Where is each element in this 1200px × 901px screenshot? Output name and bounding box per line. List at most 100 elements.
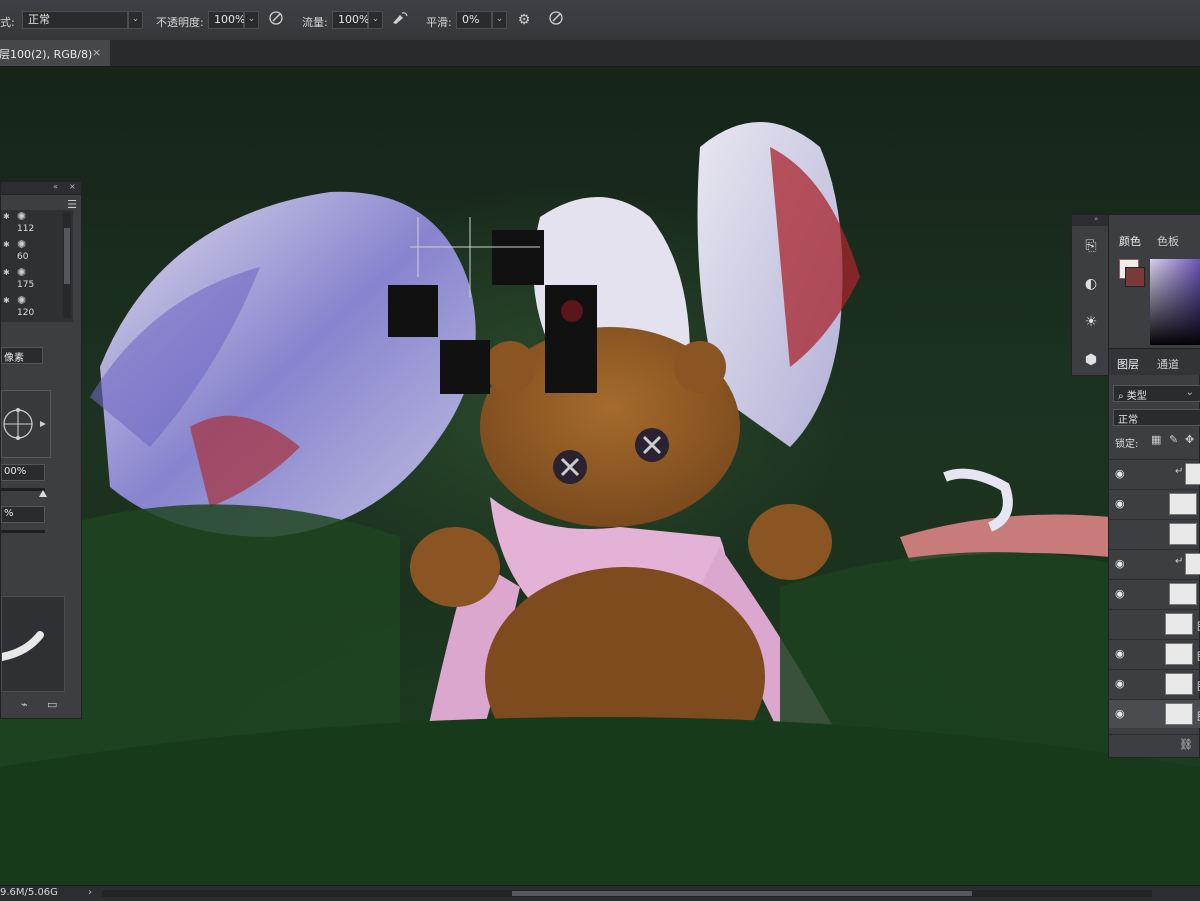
history-icon[interactable]: ⎘ (1080, 235, 1102, 257)
document-tab[interactable]: 图层100(2), RGB/8) × (0, 40, 110, 66)
layer-thumbnail (1169, 583, 1197, 605)
airbrush-icon[interactable] (390, 10, 410, 30)
pressure-size-icon[interactable] (546, 10, 566, 30)
eye-icon[interactable]: ◉ (1115, 587, 1131, 600)
tab-layers[interactable]: 图层 (1117, 356, 1139, 372)
layers-panel: 图层 通道 ⌕ 类型 ⌄ 正常 锁定: ▦ ✎ ✥ ◉ ↵ ◉ ◉ ◉ ↵ ◉ … (1108, 348, 1200, 758)
layer-thumbnail (1185, 553, 1200, 575)
panel-icon-strip: » ⎘ ◐ ☀ ⬢ (1071, 214, 1109, 376)
adjustments-icon[interactable]: ◐ (1080, 273, 1102, 295)
layer-filter-select[interactable]: ⌕ 类型 ⌄ (1113, 385, 1200, 402)
tab-channels[interactable]: 通道 (1157, 356, 1179, 372)
color-panel: 颜色 色板 (1109, 214, 1200, 348)
mode-select[interactable]: 正常 (22, 11, 128, 29)
eye-icon[interactable]: ◉ (1115, 677, 1131, 690)
document-tab-title: 图层100(2), RGB/8) (0, 48, 93, 61)
size-unit-field[interactable]: 像素 (1, 347, 43, 364)
lock-position-icon[interactable]: ✥ (1185, 433, 1194, 446)
pressure-opacity-icon[interactable] (266, 10, 286, 30)
brush-tip-icon: ✺ (17, 266, 27, 279)
eye-icon[interactable]: ◉ (1115, 557, 1131, 570)
layers-panel-footer: ⛓ (1109, 734, 1200, 757)
brush-tip-icon: ✱ (3, 240, 10, 249)
spacing-input[interactable]: % (1, 506, 45, 523)
mode-dropdown-icon[interactable]: ⌄ (128, 11, 143, 29)
eye-icon[interactable]: ◉ (1115, 707, 1131, 720)
brush-list-scrollbar[interactable] (63, 212, 71, 318)
color-picker-field[interactable] (1150, 259, 1200, 345)
mode-label: 式: (0, 16, 15, 29)
layer-thumbnail (1165, 703, 1193, 725)
brush-size-label: 60 (17, 252, 29, 262)
chevron-down-icon: ⌄ (1185, 387, 1194, 398)
eye-icon[interactable]: ◉ (1115, 467, 1131, 480)
status-bar: 9.6M/5.06G › (0, 885, 1200, 901)
layer-filter-value: 类型 (1126, 391, 1147, 402)
table-row[interactable]: ◉ 图 (1109, 609, 1200, 638)
table-row[interactable]: ◉ 图 (1109, 669, 1200, 698)
flow-input[interactable]: 100% (332, 11, 369, 29)
document-tab-bar: 图层100(2), RGB/8) × (0, 40, 1200, 67)
horizontal-scrollbar[interactable] (102, 890, 1152, 897)
lock-paint-icon[interactable]: ✎ (1169, 433, 1178, 446)
close-icon[interactable]: × (69, 182, 76, 191)
table-row[interactable]: ◉ (1109, 489, 1200, 518)
slider-handle-icon[interactable] (39, 490, 47, 497)
layer-thumbnail (1165, 613, 1193, 635)
roundness-input[interactable]: 00% (1, 464, 45, 481)
collapse-icon[interactable]: « (53, 182, 58, 191)
eye-icon[interactable]: ◉ (1115, 497, 1131, 510)
brush-stroke-preview (0, 596, 65, 692)
lightbulb-icon[interactable]: ☀ (1080, 311, 1102, 333)
eye-hidden-icon[interactable]: ◉ (1115, 617, 1131, 629)
opacity-dropdown-icon[interactable]: ⌄ (244, 11, 259, 29)
layer-thumbnail (1165, 643, 1193, 665)
foreground-color-swatch[interactable] (1125, 267, 1145, 287)
smoothing-dropdown-icon[interactable]: ⌄ (492, 11, 507, 29)
layer-thumbnail (1169, 523, 1197, 545)
document-info[interactable]: 9.6M/5.06G (0, 887, 58, 898)
artwork (0, 122, 1200, 885)
opacity-input[interactable]: 100% (208, 11, 245, 29)
smoothing-label: 平滑: (426, 16, 452, 29)
table-row[interactable]: ◉ 图 (1109, 639, 1200, 668)
layer-thumbnail (1169, 493, 1197, 515)
table-row[interactable]: ◉ 图 (1109, 699, 1200, 728)
brush-tip-icon: ✺ (17, 294, 27, 307)
brush-tip-icon: ✱ (3, 268, 10, 277)
canvas[interactable] (0, 67, 1200, 885)
brush-angle-widget[interactable] (1, 390, 51, 458)
lock-transparency-icon[interactable]: ▦ (1151, 433, 1161, 446)
layer-thumbnail (1165, 673, 1193, 695)
brush-tip-icon: ✱ (3, 296, 10, 305)
gear-icon[interactable]: ⚙ (514, 10, 534, 30)
brush-panel-header: « × (1, 182, 81, 195)
table-row[interactable]: ◉ (1109, 519, 1200, 548)
new-brush-icon[interactable]: ▭ (47, 698, 57, 711)
smoothing-input[interactable]: 0% (456, 11, 492, 29)
blend-mode-select[interactable]: 正常 (1113, 409, 1200, 426)
brush-settings-panel: « × ☰ ✱ ✺ 112 ✱ ✺ 60 ✱ ✺ 175 ✱ ✺ 120 像素 (0, 181, 82, 719)
tab-swatches[interactable]: 色板 (1157, 233, 1179, 249)
eye-hidden-icon[interactable]: ◉ (1115, 527, 1131, 539)
opacity-label: 不透明度: (156, 16, 204, 29)
brush-tip-icon: ✱ (3, 212, 10, 221)
flow-dropdown-icon[interactable]: ⌄ (368, 11, 383, 29)
table-row[interactable]: ◉ ↵ (1109, 459, 1200, 488)
layer-thumbnail (1185, 463, 1200, 485)
brush-size-label: 120 (17, 308, 35, 318)
eye-icon[interactable]: ◉ (1115, 647, 1131, 660)
brush-edit-icon[interactable]: ⌁ (21, 698, 28, 711)
table-row[interactable]: ◉ ↵ (1109, 549, 1200, 578)
link-layers-icon[interactable]: ⛓ (1179, 738, 1193, 751)
lock-label: 锁定: (1115, 439, 1139, 450)
tab-color[interactable]: 颜色 (1119, 233, 1141, 249)
close-icon[interactable]: × (92, 46, 101, 59)
table-row[interactable]: ◉ (1109, 579, 1200, 608)
status-menu-icon[interactable]: › (88, 887, 92, 898)
3d-cube-icon[interactable]: ⬢ (1080, 349, 1102, 371)
brush-tip-icon: ✺ (17, 210, 27, 223)
flow-label: 流量: (302, 16, 328, 29)
spacing-slider[interactable] (1, 530, 45, 533)
panel-strip-header[interactable]: » (1072, 215, 1108, 226)
